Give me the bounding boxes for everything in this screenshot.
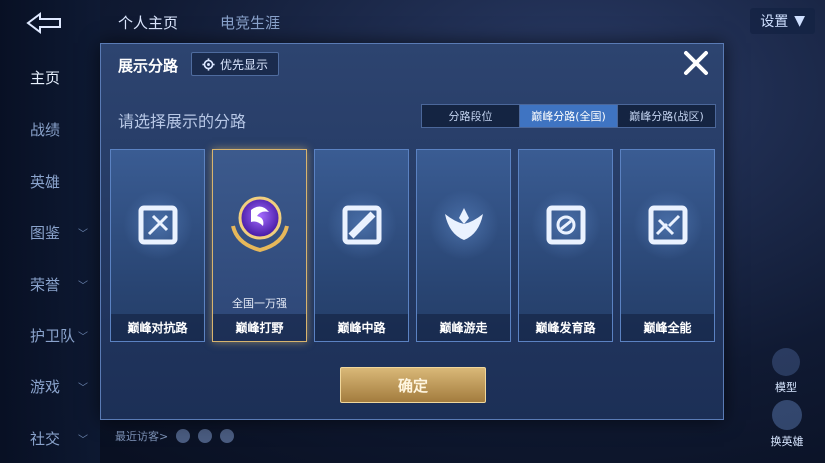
- sidebar-item-record[interactable]: 战绩: [0, 109, 100, 149]
- swap-hero-label: 换英雄: [770, 435, 804, 448]
- sidebar-item-honor[interactable]: 荣誉 ﹀: [0, 264, 100, 304]
- tab-profile[interactable]: 个人主页: [118, 12, 178, 33]
- all-round-icon: [648, 205, 688, 245]
- swap-hero-icon: [772, 400, 802, 430]
- sidebar-item-social[interactable]: 社交 ﹀: [0, 418, 100, 458]
- lane-tabs: 分路段位 巅峰分路(全国) 巅峰分路(战区): [421, 104, 716, 128]
- lane-card-label: 巅峰发育路: [519, 314, 612, 341]
- top-tabs: 个人主页 电竞生涯: [118, 12, 280, 33]
- sidebar-item-label: 英雄: [30, 172, 61, 191]
- sidebar-item-label: 主页: [30, 68, 61, 87]
- chevron-down-icon: ﹀: [78, 382, 88, 394]
- swap-hero-button[interactable]: 换英雄: [757, 400, 817, 449]
- lane-card-label: 巅峰对抗路: [111, 314, 204, 341]
- lane-card-roam[interactable]: 巅峰游走: [416, 149, 511, 342]
- back-arrow-icon[interactable]: [22, 10, 66, 36]
- chevron-down-icon: ﹀: [78, 280, 88, 292]
- avatar[interactable]: [176, 429, 191, 443]
- wings-icon: [445, 208, 483, 240]
- gear-icon: [202, 57, 215, 71]
- model-icon: [772, 348, 800, 376]
- sidebar-item-label: 游戏: [30, 377, 61, 396]
- sidebar-item-codex[interactable]: 图鉴 ﹀: [0, 212, 100, 252]
- target-icon: [546, 205, 586, 245]
- lane-card-adc[interactable]: 巅峰发育路: [518, 149, 613, 342]
- model-label: 模型: [775, 381, 797, 394]
- tab-peak-lane-national[interactable]: 巅峰分路(全国): [520, 105, 618, 127]
- sidebar-item-heroes[interactable]: 英雄: [0, 161, 100, 201]
- tab-lane-rank[interactable]: 分路段位: [422, 105, 520, 127]
- sword-shield-icon: [138, 205, 178, 245]
- priority-display-button[interactable]: 优先显示: [191, 52, 280, 76]
- dialog-subtitle: 请选择展示的分路: [118, 112, 247, 131]
- lane-card-mid[interactable]: 巅峰中路: [314, 149, 409, 342]
- lane-card-label: 巅峰游走: [417, 314, 510, 341]
- sidebar-item-label: 战绩: [30, 120, 61, 139]
- settings-label: 设置: [760, 14, 789, 30]
- lane-card-all-round[interactable]: 巅峰全能: [620, 149, 715, 342]
- lane-card-label: 巅峰中路: [315, 314, 408, 341]
- sidebar: 主页 战绩 英雄 图鉴 ﹀ 荣誉 ﹀ 护卫队 ﹀ 游戏 ﹀ 社交 ﹀: [0, 0, 100, 463]
- recent-visitors[interactable]: 最近访客>: [115, 428, 235, 444]
- jungle-crest-icon: [231, 196, 289, 253]
- lane-card-jungle[interactable]: 全国一万强 巅峰打野: [212, 149, 307, 342]
- lane-display-dialog: 展示分路 优先显示 请选择展示的分路 分路段位 巅峰分路(全国) 巅峰分路(战区…: [100, 43, 724, 420]
- model-button[interactable]: 模型: [761, 348, 811, 395]
- recent-visitors-label: 最近访客>: [115, 430, 169, 443]
- sidebar-item-label: 图鉴: [30, 223, 61, 242]
- sidebar-item-guard[interactable]: 护卫队 ﹀: [0, 315, 100, 355]
- lane-card-label: 巅峰打野: [213, 314, 306, 341]
- sidebar-item-games[interactable]: 游戏 ﹀: [0, 366, 100, 406]
- mid-lane-icon: [342, 205, 382, 245]
- avatar[interactable]: [198, 429, 213, 443]
- sidebar-item-label: 社交: [30, 429, 61, 448]
- settings-dropdown[interactable]: 设置 ▼: [750, 8, 815, 34]
- priority-display-label: 优先显示: [220, 57, 269, 72]
- sidebar-item-home[interactable]: 主页: [0, 57, 100, 97]
- rank-text: 全国一万强: [232, 297, 287, 310]
- dialog-title: 展示分路: [118, 57, 179, 75]
- confirm-button[interactable]: 确定: [340, 367, 486, 403]
- chevron-down-icon: ▼: [794, 13, 805, 29]
- tab-peak-lane-region[interactable]: 巅峰分路(战区): [618, 105, 715, 127]
- tab-esports[interactable]: 电竞生涯: [220, 12, 280, 33]
- lane-card-top[interactable]: 巅峰对抗路: [110, 149, 205, 342]
- lane-card-label: 巅峰全能: [621, 314, 714, 341]
- sidebar-item-label: 护卫队: [30, 326, 76, 345]
- sidebar-item-label: 荣誉: [30, 275, 61, 294]
- chevron-down-icon: ﹀: [78, 228, 88, 240]
- chevron-down-icon: ﹀: [78, 331, 88, 343]
- close-icon[interactable]: [681, 48, 711, 78]
- avatar[interactable]: [220, 429, 235, 443]
- chevron-down-icon: ﹀: [78, 434, 88, 446]
